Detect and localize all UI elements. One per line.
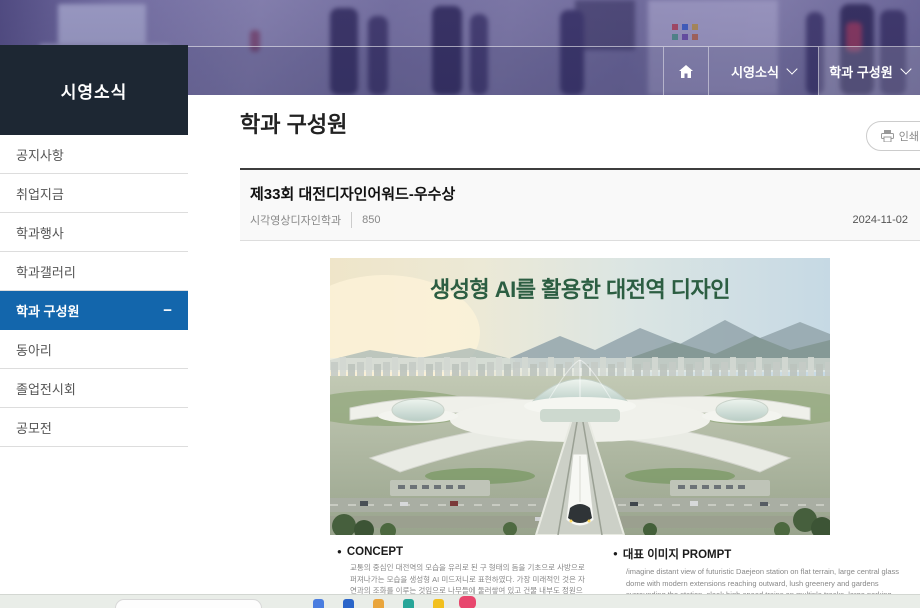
- sidebar-menu: 공지사항 취업지금 학과행사 학과갤러리 학과 구성원 − 동아리 졸업전시회 …: [0, 135, 188, 447]
- nav-members-label: 학과 구성원: [829, 62, 892, 81]
- concept-heading: CONCEPT: [347, 546, 403, 558]
- page: 시영소식 학과 구성원 시영소식 공지사항 취업지금 학과행사 학과갤러리 학과…: [0, 0, 920, 608]
- article-view-count: 850: [352, 214, 380, 226]
- sidebar-item-members[interactable]: 학과 구성원 −: [0, 291, 188, 330]
- article-header: 제33회 대전디자인어워드-우수상 시각영상디자인학과 850 2024-11-…: [240, 168, 920, 241]
- taskbar-app-icon[interactable]: [313, 599, 324, 608]
- main-content: 학과 구성원 인쇄 제33회 대전디자인어워드-우수상 시각영상디자인학과 85…: [240, 95, 920, 608]
- bullet-icon: ●: [337, 548, 342, 556]
- sidebar-item-gallery[interactable]: 학과갤러리: [0, 252, 188, 291]
- chevron-down-icon: [786, 63, 797, 74]
- nav-item-members[interactable]: 학과 구성원: [818, 47, 920, 95]
- article-image: 생성형 AI를 활용한 대전역 디자인: [330, 258, 830, 535]
- taskbar-app-icon[interactable]: [433, 599, 444, 608]
- sidebar-item-notices[interactable]: 공지사항: [0, 135, 188, 174]
- page-title: 학과 구성원: [240, 95, 920, 139]
- sidebar-item-events[interactable]: 학과행사: [0, 213, 188, 252]
- home-icon: [679, 65, 693, 78]
- article-date: 2024-11-02: [853, 214, 910, 226]
- article-title: 제33회 대전디자인어워드-우수상: [250, 183, 910, 204]
- taskbar-search[interactable]: [115, 599, 262, 608]
- nav-item-news[interactable]: 시영소식: [708, 47, 818, 95]
- sidebar-item-graduation-exhibit[interactable]: 졸업전시회: [0, 369, 188, 408]
- bullet-icon: ●: [613, 550, 618, 558]
- prompt-heading: 대표 이미지 PROMPT: [623, 546, 732, 562]
- taskbar-app-icon[interactable]: [343, 599, 354, 608]
- sidebar-item-clubs[interactable]: 동아리: [0, 330, 188, 369]
- image-title-text: 생성형 AI를 활용한 대전역 디자인: [330, 272, 830, 304]
- article-department: 시각영상디자인학과: [250, 212, 352, 228]
- print-label: 인쇄: [899, 128, 919, 144]
- chevron-down-icon: [900, 63, 911, 74]
- printer-icon: [881, 130, 894, 142]
- taskbar-app-icon[interactable]: [459, 596, 476, 608]
- taskbar-app-icon[interactable]: [403, 599, 414, 608]
- collapse-minus-icon: −: [163, 303, 172, 318]
- nav-news-label: 시영소식: [731, 62, 779, 81]
- taskbar-sliver: [0, 594, 920, 608]
- sidebar-item-contest[interactable]: 공모전: [0, 408, 188, 447]
- article-meta: 시각영상디자인학과 850 2024-11-02: [250, 212, 910, 228]
- sidebar: 시영소식 공지사항 취업지금 학과행사 학과갤러리 학과 구성원 − 동아리 졸…: [0, 45, 188, 447]
- print-button[interactable]: 인쇄: [866, 121, 920, 151]
- sidebar-item-employment[interactable]: 취업지금: [0, 174, 188, 213]
- nav-home-button[interactable]: [663, 47, 708, 95]
- taskbar-app-icon[interactable]: [373, 599, 384, 608]
- sidebar-title: 시영소식: [0, 45, 188, 135]
